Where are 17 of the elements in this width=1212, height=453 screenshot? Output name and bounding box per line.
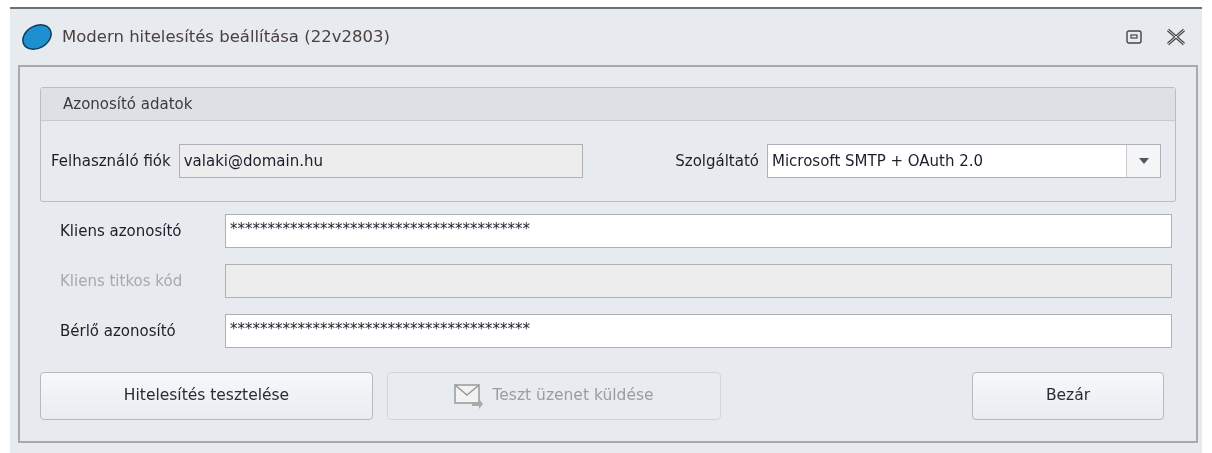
dropdown-arrow-icon [1138, 158, 1149, 164]
app-icon [20, 22, 54, 52]
group-header: Azonosító adatok [41, 88, 1175, 121]
button[interactable]: Bezár [972, 372, 1164, 420]
text-field[interactable]: **************************************** [225, 214, 1172, 248]
text-field[interactable]: **************************************** [225, 314, 1172, 348]
field-label: Felhasználó fiók [51, 150, 171, 172]
field-label: Bérlő azonosító [59, 320, 177, 342]
close-icon[interactable] [1166, 28, 1186, 46]
restore-icon[interactable] [1126, 30, 1142, 44]
button[interactable]: Hitelesítés tesztelése [40, 372, 373, 420]
provider-dropdown[interactable]: Microsoft SMTP + OAuth 2.0 [767, 144, 1161, 178]
window-title: Modern hitelesítés beállítása (22v2803) [62, 25, 390, 48]
envelope-icon [454, 383, 485, 409]
field-label: Kliens azonosító [59, 220, 183, 242]
field-label: Szolgáltató [675, 150, 759, 172]
field-label: Kliens titkos kód [59, 270, 184, 292]
